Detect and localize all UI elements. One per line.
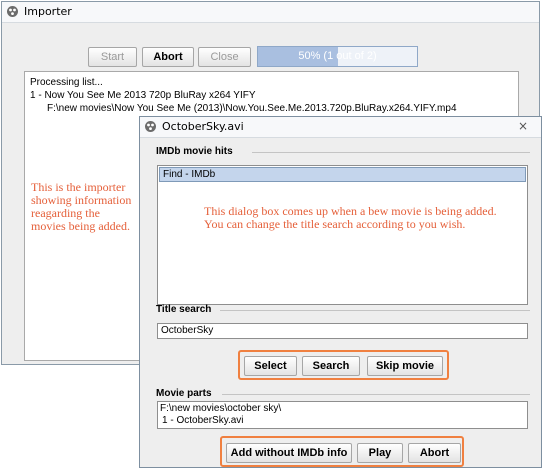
hits-label: IMDb movie hits [156,146,233,157]
movie-dialog: OctoberSky.avi × IMDb movie hits Find - … [139,116,542,468]
divider [222,394,530,395]
hit-item[interactable]: Find - IMDb [159,167,526,182]
skip-movie-button[interactable]: Skip movie [367,356,443,376]
search-button[interactable]: Search [302,356,360,376]
progress-label: 50% (1 out of 2) [298,50,377,62]
app-icon [145,121,156,132]
add-without-imdb-button[interactable]: Add without IMDb info [226,443,352,463]
abort-button[interactable]: Abort [142,47,194,67]
close-button[interactable]: Close [198,47,251,67]
app-icon [7,6,18,17]
divider [252,152,530,153]
importer-annotation: This is the importer showing information… [31,180,132,233]
movie-parts-label: Movie parts [156,388,212,399]
hit-item-label: Find - IMDb [163,169,216,180]
importer-titlebar[interactable]: Importer [2,2,539,23]
select-button[interactable]: Select [244,356,297,376]
title-search-value: OctoberSky [161,325,214,336]
dialog-title: OctoberSky.avi [162,120,244,133]
dialog-titlebar[interactable]: OctoberSky.avi × [140,117,541,138]
play-button[interactable]: Play [357,443,403,463]
title-search-label: Title search [156,304,212,315]
abort-button[interactable]: Abort [408,443,461,463]
window-title: Importer [24,5,72,18]
close-icon[interactable]: × [518,119,528,133]
log-line: F:\new movies\Now You See Me (2013)\Now.… [47,103,457,114]
log-line: Processing list... [30,77,103,88]
hits-list[interactable]: Find - IMDb This dialog box comes up whe… [157,165,528,305]
progress-bar: 50% (1 out of 2) [257,46,418,67]
log-line: 1 - Now You See Me 2013 720p BluRay x264… [30,90,256,101]
movie-part-path: F:\new movies\october sky\ [160,403,282,414]
title-search-input[interactable]: OctoberSky [157,323,528,339]
movie-part-item[interactable]: 1 - OctoberSky.avi [162,415,244,426]
dialog-annotation: This dialog box comes up when a bew movi… [204,204,497,231]
divider [220,310,530,311]
start-button[interactable]: Start [88,47,137,67]
movie-parts-list[interactable]: F:\new movies\october sky\ 1 - OctoberSk… [157,401,528,429]
